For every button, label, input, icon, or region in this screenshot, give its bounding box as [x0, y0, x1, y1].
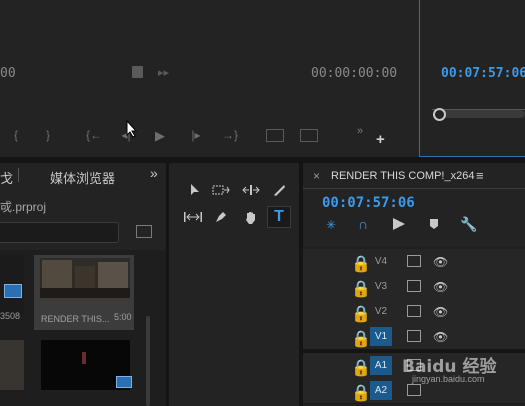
- track-label[interactable]: V2: [370, 302, 392, 321]
- clip1-name: RENDER THIS...: [41, 314, 110, 324]
- go-to-in-icon[interactable]: {←: [86, 128, 102, 142]
- sync-lock-icon[interactable]: [407, 255, 421, 267]
- tab-underline: [303, 188, 525, 189]
- track-row-v1[interactable]: 🔒 V1 👁: [303, 324, 525, 350]
- new-bin-icon[interactable]: [136, 225, 152, 238]
- close-tab-icon[interactable]: ×: [313, 169, 320, 183]
- program-playhead-handle[interactable]: [433, 108, 446, 121]
- step-forward-icon[interactable]: |▸: [188, 128, 204, 142]
- hand-tool-icon[interactable]: [240, 207, 262, 227]
- source-timecode[interactable]: 00:00:00:00: [311, 66, 397, 81]
- clip0-badge-icon: [4, 284, 22, 298]
- mark-out-icon[interactable]: }: [40, 128, 56, 142]
- eye-icon[interactable]: 👁: [433, 330, 448, 344]
- lock-icon[interactable]: 🔒: [351, 383, 371, 402]
- tab-media-browser[interactable]: 媒体浏览器: [50, 168, 115, 187]
- program-timeline-ruler[interactable]: [432, 97, 525, 110]
- eye-icon[interactable]: 👁: [433, 255, 448, 269]
- ripple-edit-tool-icon[interactable]: [240, 180, 262, 200]
- add-button-icon[interactable]: +: [376, 131, 385, 148]
- sequence-tab-title[interactable]: RENDER THIS COMP!_x264: [331, 170, 474, 182]
- source-timecode-partial: 00: [0, 66, 16, 81]
- sequence-menu-icon[interactable]: ≡: [476, 168, 484, 183]
- track-label[interactable]: V4: [370, 252, 392, 271]
- track-row-v4[interactable]: 🔒 V4 👁: [303, 249, 525, 275]
- track-row-v3[interactable]: 🔒 V3 👁: [303, 274, 525, 300]
- more-controls-icon[interactable]: »: [357, 125, 363, 137]
- clip1-duration: 5:00: [114, 312, 132, 322]
- track-label[interactable]: A1: [370, 356, 392, 375]
- lock-icon[interactable]: 🔒: [351, 254, 371, 273]
- slip-tool-icon[interactable]: [182, 207, 204, 227]
- export-frame-icon[interactable]: [132, 66, 143, 78]
- snap-icon[interactable]: ∩: [358, 216, 368, 232]
- project-scrollbar[interactable]: [146, 316, 150, 406]
- panel-overflow-icon[interactable]: »: [150, 165, 158, 181]
- razor-tool-icon[interactable]: [268, 180, 290, 200]
- lock-icon[interactable]: 🔒: [351, 329, 371, 348]
- lock-icon[interactable]: 🔒: [351, 358, 371, 377]
- mouse-cursor-icon: [126, 120, 138, 138]
- timeline-timecode[interactable]: 00:07:57:06: [322, 195, 415, 211]
- play-icon[interactable]: ▶: [152, 128, 168, 144]
- sync-lock-icon[interactable]: [407, 384, 421, 396]
- eye-icon[interactable]: 👁: [433, 305, 448, 319]
- track-label[interactable]: V1: [370, 327, 392, 346]
- track-select-tool-icon[interactable]: [210, 180, 232, 200]
- track-row-v2[interactable]: 🔒 V2 👁: [303, 299, 525, 325]
- lock-icon[interactable]: 🔒: [351, 304, 371, 323]
- eye-icon[interactable]: 👁: [433, 280, 448, 294]
- tab-divider: [18, 168, 19, 182]
- sync-lock-icon[interactable]: [407, 305, 421, 317]
- selection-tool-icon[interactable]: [184, 180, 206, 200]
- clip3-figure: [82, 352, 86, 364]
- track-label[interactable]: A2: [370, 381, 392, 400]
- track-label[interactable]: V3: [370, 277, 392, 296]
- watermark-url: jingyan.baidu.com: [412, 374, 485, 384]
- program-timecode[interactable]: 00:07:57:06: [441, 66, 525, 81]
- overwrite-icon[interactable]: [300, 129, 318, 142]
- sync-lock-icon[interactable]: [407, 280, 421, 292]
- project-file-name: 戓.prproj: [0, 200, 47, 214]
- pen-tool-icon[interactable]: [210, 207, 232, 227]
- tab-project-partial[interactable]: 戈: [0, 168, 13, 187]
- clip3-badge-icon: [116, 376, 132, 388]
- settings-icon[interactable]: ▸▸: [158, 66, 169, 79]
- mark-in-icon[interactable]: {: [8, 128, 24, 142]
- program-scrubber[interactable]: [437, 110, 525, 118]
- project-search-input[interactable]: [0, 222, 119, 243]
- insert-icon[interactable]: [266, 129, 284, 142]
- type-tool-icon[interactable]: T: [267, 206, 291, 228]
- lock-icon[interactable]: 🔒: [351, 279, 371, 298]
- nest-icon[interactable]: ✳: [326, 218, 336, 232]
- sync-lock-icon[interactable]: [407, 330, 421, 342]
- clip0-duration: 3508: [0, 311, 21, 321]
- clip1-thumbnail: [40, 258, 130, 298]
- clip2-thumbnail-partial[interactable]: [0, 340, 24, 390]
- timeline-settings-icon[interactable]: 🔧: [460, 216, 477, 233]
- go-to-out-icon[interactable]: →}: [222, 128, 238, 142]
